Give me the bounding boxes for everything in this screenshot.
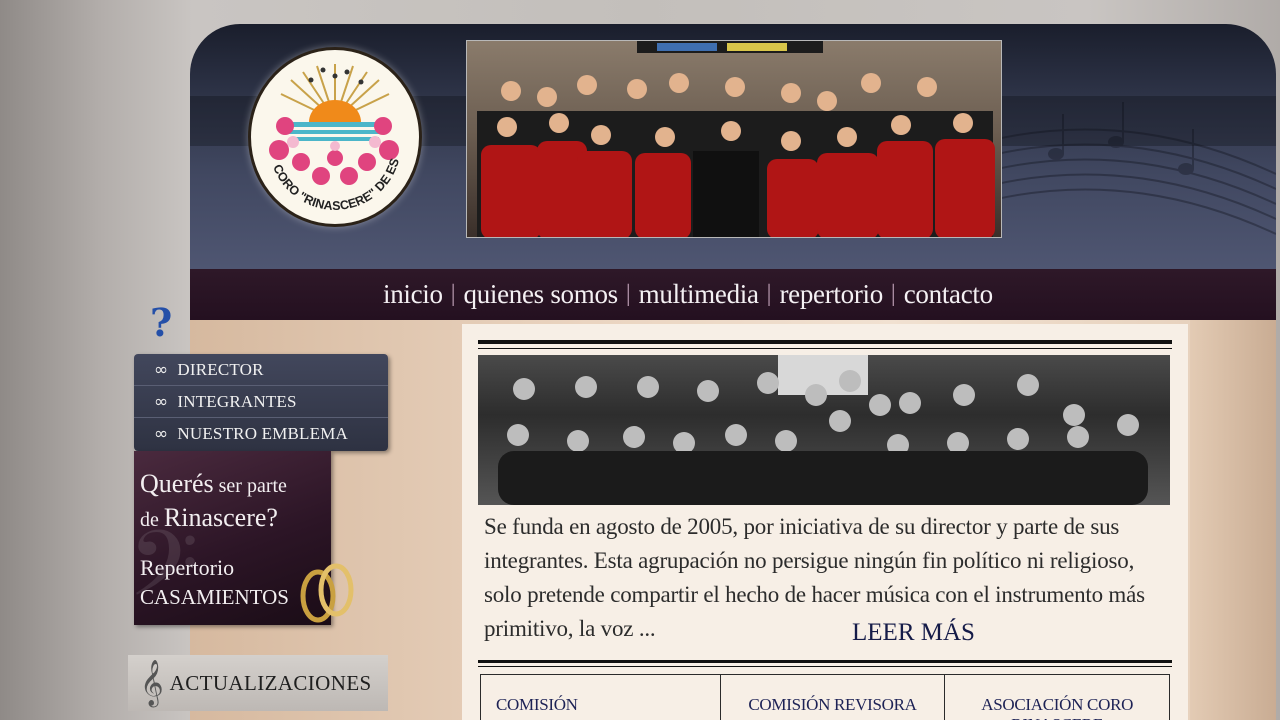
nav-separator: | — [450, 281, 456, 307]
promo-repertorio: Repertorio — [140, 555, 235, 580]
side-menu: ∞ DIRECTOR ∞ INTEGRANTES ∞ NUESTRO EMBLE… — [134, 354, 388, 451]
promo-casamientos: CASAMIENTOS — [140, 585, 289, 609]
promo-question-small: ser parte — [213, 475, 287, 497]
side-item-label: INTEGRANTES — [177, 391, 297, 411]
choir-bw-photo — [478, 355, 1170, 505]
help-question-icon[interactable]: ? — [150, 300, 172, 345]
side-item-label: DIRECTOR — [177, 359, 264, 379]
side-item-director[interactable]: ∞ DIRECTOR — [134, 354, 388, 386]
divider — [478, 340, 1172, 344]
side-item-label: NUESTRO EMBLEMA — [177, 424, 349, 443]
tab-comision-revisora[interactable]: COMISIÓN REVISORA — [721, 675, 946, 720]
divider — [478, 348, 1172, 349]
nav-repertorio[interactable]: repertorio — [779, 279, 883, 310]
info-tabs: COMISIÓN COMISIÓN REVISORA ASOCIACIÓN CO… — [480, 674, 1170, 720]
nav-separator: | — [625, 281, 631, 307]
choir-group-photo — [466, 40, 1002, 238]
music-staff-decoration — [976, 102, 1276, 235]
main-nav: inicio | quienes somos | multimedia | re… — [190, 269, 1276, 320]
nav-quienes-somos[interactable]: quienes somos — [464, 279, 619, 310]
right-gutter — [1190, 320, 1276, 720]
divider — [478, 666, 1172, 667]
tab-asociacion[interactable]: ASOCIACIÓN CORO RINASCERE — [945, 675, 1169, 720]
side-item-integrantes[interactable]: ∞ INTEGRANTES — [134, 386, 388, 418]
promo-question-small: de — [140, 509, 164, 531]
treble-clef-icon: 𝄞 — [140, 660, 164, 706]
choir-logo[interactable]: CORO "RINASCERE" DE ESCOBAR — [248, 47, 422, 227]
wedding-rings-icon — [300, 563, 354, 623]
nav-separator: | — [890, 281, 896, 307]
updates-button[interactable]: 𝄞 ACTUALIZACIONES — [128, 655, 388, 711]
tab-comision[interactable]: COMISIÓN — [481, 675, 721, 720]
infinity-bullet-icon: ∞ — [154, 424, 169, 444]
side-item-nuestro-emblema[interactable]: ∞ NUESTRO EMBLEMA — [134, 418, 388, 450]
logo-emblem-icon: CORO "RINASCERE" DE ESCOBAR — [251, 50, 402, 213]
nav-multimedia[interactable]: multimedia — [639, 279, 759, 310]
nav-inicio[interactable]: inicio — [383, 279, 443, 310]
divider — [478, 660, 1172, 663]
promo-question-big: Rinascere? — [163, 503, 278, 532]
intro-paragraph: Se funda en agosto de 2005, por iniciati… — [484, 514, 1145, 641]
nav-separator: | — [766, 281, 772, 307]
read-more-link[interactable]: LEER MÁS — [852, 619, 975, 647]
header-banner: CORO "RINASCERE" DE ESCOBAR — [190, 24, 1276, 269]
promo-question-big: Querés — [140, 469, 214, 498]
infinity-bullet-icon: ∞ — [154, 359, 169, 380]
infinity-bullet-icon: ∞ — [154, 391, 169, 412]
nav-contacto[interactable]: contacto — [904, 279, 993, 310]
updates-label: ACTUALIZACIONES — [169, 670, 372, 695]
